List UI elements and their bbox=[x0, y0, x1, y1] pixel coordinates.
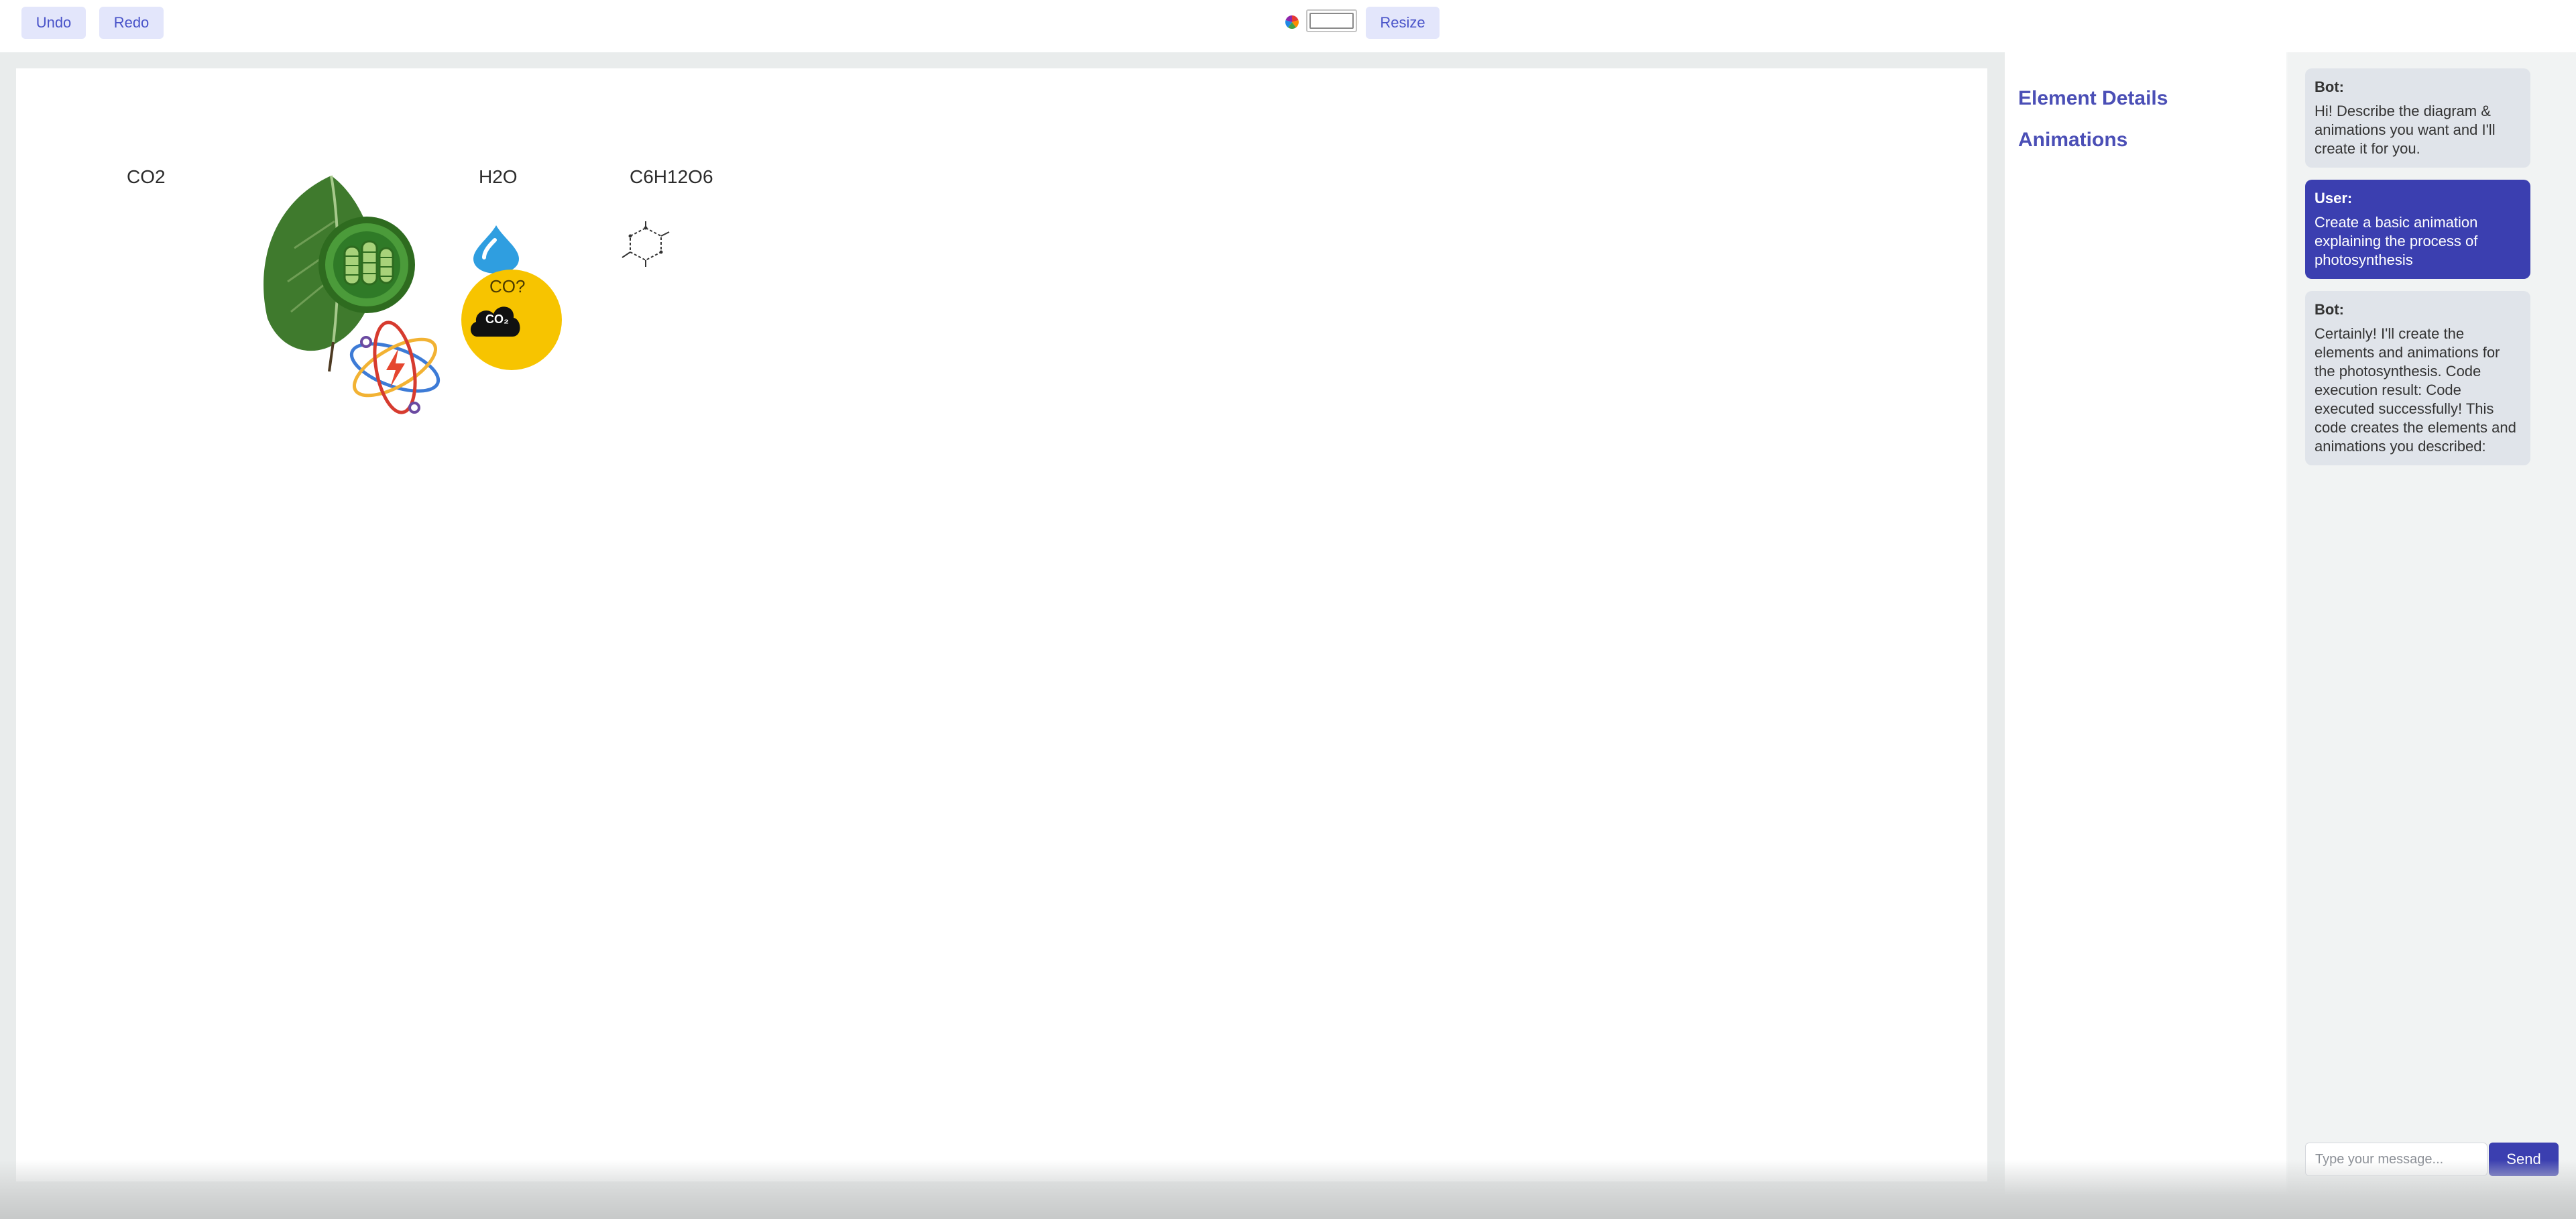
resize-button[interactable]: Resize bbox=[1366, 7, 1440, 39]
message-text: Hi! Describe the diagram & animations yo… bbox=[2315, 103, 2496, 157]
bottom-edge bbox=[0, 1160, 2576, 1219]
co2-label[interactable]: CO2 bbox=[127, 166, 166, 188]
h2o-label[interactable]: H2O bbox=[479, 166, 518, 188]
canvas-size-field[interactable] bbox=[1306, 9, 1357, 32]
message-sender: User: bbox=[2315, 190, 2353, 207]
chat-message-user: User: Create a basic animation explainin… bbox=[2305, 180, 2530, 279]
color-picker[interactable] bbox=[1283, 13, 1301, 31]
message-text: Certainly! I'll create the elements and … bbox=[2315, 325, 2516, 455]
water-drop-icon[interactable] bbox=[469, 224, 523, 275]
undo-button[interactable]: Undo bbox=[21, 7, 86, 39]
color-wheel-icon bbox=[1285, 15, 1299, 29]
top-toolbar: Undo Redo Resize bbox=[0, 0, 2576, 52]
canvas-area: CO2 H2O C6H12O6 CO? CO₂ bbox=[0, 52, 2005, 1196]
chat-message-bot: Bot: Hi! Describe the diagram & animatio… bbox=[2305, 68, 2530, 168]
element-details-panel: Element Details Animations bbox=[2005, 52, 2286, 1196]
message-sender: Bot: bbox=[2315, 78, 2344, 95]
sun-text: CO? bbox=[489, 276, 526, 296]
energy-atom-icon[interactable] bbox=[345, 314, 445, 421]
element-details-heading[interactable]: Element Details bbox=[2018, 87, 2168, 110]
glucose-molecule-icon[interactable] bbox=[617, 219, 675, 270]
chat-message-bot: Bot: Certainly! I'll create the elements… bbox=[2305, 291, 2530, 465]
message-sender: Bot: bbox=[2315, 301, 2344, 318]
message-text: Create a basic animation explaining the … bbox=[2315, 214, 2478, 268]
co2-cloud-text: CO₂ bbox=[485, 312, 509, 326]
glucose-label[interactable]: C6H12O6 bbox=[630, 166, 713, 188]
chat-panel: Bot: Hi! Describe the diagram & animatio… bbox=[2288, 52, 2576, 1196]
drawing-canvas[interactable]: CO2 H2O C6H12O6 CO? CO₂ bbox=[16, 68, 1987, 1181]
redo-button[interactable]: Redo bbox=[99, 7, 164, 39]
animations-heading[interactable]: Animations bbox=[2018, 129, 2127, 152]
canvas-size-field-inner bbox=[1309, 13, 1354, 29]
chloroplast-icon[interactable] bbox=[316, 215, 417, 315]
